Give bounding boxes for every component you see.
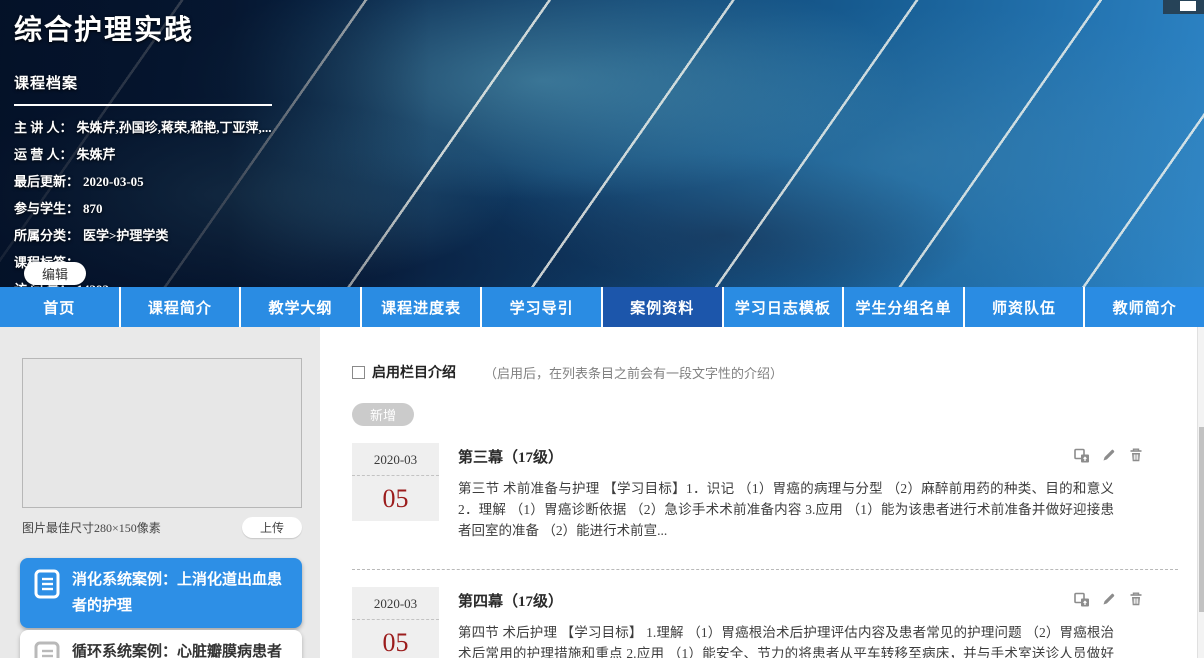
entry-month: 2020-03 [352,587,439,619]
page-scrollbar[interactable] [1197,327,1204,658]
enable-intro-row: 启用栏目介绍 （启用后，在列表条目之前会有一段文字性的介绍） [352,362,1178,382]
enable-intro-label: 启用栏目介绍 [372,362,456,382]
document-list-icon [34,641,60,658]
tab-syllabus[interactable]: 教学大纲 [241,287,362,327]
entry-title[interactable]: 第三幕（17级） [458,446,1114,467]
sidebar-item-label: 循环系统案例：心脏瓣膜病患者的 [72,639,292,658]
delete-entry-icon[interactable] [1128,447,1144,463]
course-page: 综合护理实践 课程档案 主 讲 人：朱姝芹,孙国珍,蒋荣,嵇艳,丁亚萍,... … [0,0,1204,658]
info-row-category: 所属分类：医学>护理学类 [14,222,272,249]
entry-date-badge: 2020-03 05 [352,443,439,521]
add-entry-button[interactable]: 新增 [352,403,414,426]
entry-body: 第三幕（17级） 第三节 术前准备与护理 【学习目标】1．识记 （1）胃癌的病理… [458,443,1178,541]
tab-study-log-template[interactable]: 学习日志模板 [724,287,845,327]
tab-study-guide[interactable]: 学习导引 [482,287,603,327]
tab-case-materials[interactable]: 案例资料 [603,287,724,327]
case-entry: 2020-03 05 第三幕（17级） 第三节 术前准备与护理 【学习目标】1．… [352,443,1178,541]
top-right-widget-box [1180,1,1196,11]
entry-actions [1074,447,1144,463]
tab-student-groups[interactable]: 学生分组名单 [844,287,965,327]
sidebar: 图片最佳尺寸280×150像素 上传 消化系统案例：上消化道出血患者的护理 循环… [0,327,320,658]
subtitle-underline [14,104,272,106]
info-row-students: 参与学生：870 [14,195,272,222]
scrollbar-thumb[interactable] [1199,427,1204,612]
edit-entry-icon[interactable] [1101,591,1117,607]
tab-faculty-team[interactable]: 师资队伍 [965,287,1086,327]
cover-image-placeholder [22,358,302,508]
course-meta: 综合护理实践 课程档案 主 讲 人：朱姝芹,孙国珍,蒋荣,嵇艳,丁亚萍,... … [14,8,272,287]
tab-teacher-intro[interactable]: 教师简介 [1085,287,1204,327]
course-banner: 综合护理实践 课程档案 主 讲 人：朱姝芹,孙国珍,蒋荣,嵇艳,丁亚萍,... … [0,0,1204,287]
sidebar-item-circulatory-case[interactable]: 循环系统案例：心脏瓣膜病患者的 [20,630,302,658]
case-entry: 2020-03 05 第四幕（17级） 第四节 术后护理 【学习目标】 1.理解… [352,587,1178,658]
info-row-operator: 运 营 人：朱姝芹 [14,141,272,168]
image-upload-row: 图片最佳尺寸280×150像素 上传 [22,517,302,539]
info-row-last-updated: 最后更新：2020-03-05 [14,168,272,195]
move-entry-icon[interactable] [1074,591,1090,607]
entry-month: 2020-03 [352,443,439,475]
document-list-icon [34,569,60,599]
entry-separator [352,569,1178,570]
tab-home[interactable]: 首页 [0,287,121,327]
info-row-lecturers: 主 讲 人：朱姝芹,孙国珍,蒋荣,嵇艳,丁亚萍,... [14,114,272,141]
entry-date-badge: 2020-03 05 [352,587,439,658]
edit-button[interactable]: 编辑 [24,262,86,285]
edit-entry-icon[interactable] [1101,447,1117,463]
entry-description: 第四节 术后护理 【学习目标】 1.理解 （1）胃癌根治术后护理评估内容及患者常… [458,622,1114,658]
entry-day: 05 [352,620,439,658]
course-nav: 首页 课程简介 教学大纲 课程进度表 学习导引 案例资料 学习日志模板 学生分组… [0,287,1204,327]
tab-course-intro[interactable]: 课程简介 [121,287,242,327]
enable-intro-checkbox[interactable] [352,366,365,379]
entry-day: 05 [352,476,439,514]
image-size-hint: 图片最佳尺寸280×150像素 [22,521,161,535]
top-right-widget [1163,0,1204,14]
enable-intro-note: （启用后，在列表条目之前会有一段文字性的介绍） [484,363,783,382]
entry-body: 第四幕（17级） 第四节 术后护理 【学习目标】 1.理解 （1）胃癌根治术后护… [458,587,1178,658]
entry-actions [1074,591,1144,607]
entry-description: 第三节 术前准备与护理 【学习目标】1．识记 （1）胃癌的病理与分型 （2）麻醉… [458,478,1114,541]
entry-title[interactable]: 第四幕（17级） [458,590,1114,611]
course-subtitle: 课程档案 [14,72,272,93]
course-title: 综合护理实践 [14,8,272,48]
delete-entry-icon[interactable] [1128,591,1144,607]
sidebar-item-digestive-case[interactable]: 消化系统案例：上消化道出血患者的护理 [20,558,302,628]
move-entry-icon[interactable] [1074,447,1090,463]
sidebar-item-label: 消化系统案例：上消化道出血患者的护理 [72,567,292,619]
tab-schedule[interactable]: 课程进度表 [362,287,483,327]
upload-button[interactable]: 上传 [242,517,302,538]
case-materials-panel: 启用栏目介绍 （启用后，在列表条目之前会有一段文字性的介绍） 新增 2020-0… [320,327,1204,658]
